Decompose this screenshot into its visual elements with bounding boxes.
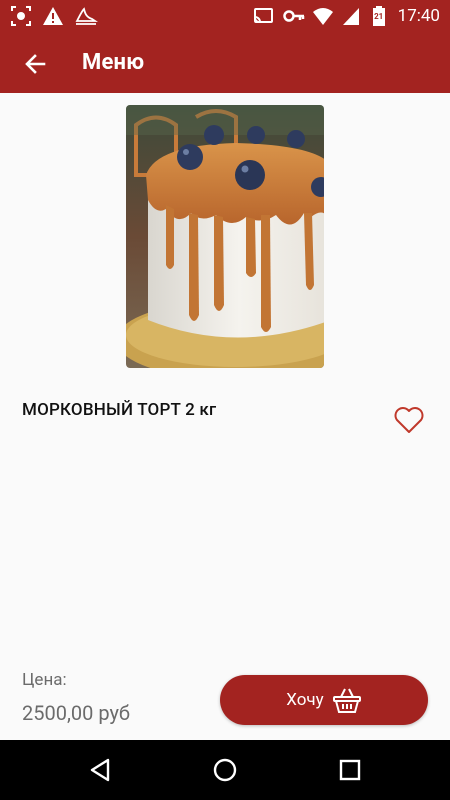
vpn-key-icon [282,5,304,27]
price-label: Цена: [22,670,67,690]
cake-photo [126,105,324,368]
app-bar: Меню [0,33,450,93]
price-value: 2500,00 руб [22,701,130,725]
nav-recents-button[interactable] [335,755,365,785]
notification-app-icon [74,5,98,27]
system-nav-bar [0,740,450,800]
status-time: 17:40 [397,6,440,26]
arrow-left-icon [25,54,46,74]
product-image [126,105,324,368]
nav-back-icon [90,758,110,782]
status-bar-left [10,5,98,27]
status-bar-right: 21 17:40 [252,5,440,27]
nav-recents-icon [339,759,361,781]
heart-outline-icon [394,407,424,433]
favorite-button[interactable] [392,403,426,437]
nav-home-icon [213,758,237,782]
battery-level-text: 21 [374,12,384,21]
nav-home-button[interactable] [210,755,240,785]
cast-icon [252,5,274,27]
wifi-icon [312,5,334,27]
warning-icon [42,5,64,27]
page-title: Меню [82,50,145,75]
screenshot-icon [10,5,32,27]
basket-icon [332,688,361,713]
product-name: МОРКОВНЫЙ ТОРТ 2 кг [22,400,217,420]
battery-icon: 21 [372,5,386,27]
back-button[interactable] [18,47,52,81]
want-button[interactable]: Хочу [220,675,428,725]
want-button-label: Хочу [286,690,324,710]
signal-icon [342,5,364,27]
nav-back-button[interactable] [86,755,116,785]
status-bar: 21 17:40 [0,0,450,33]
